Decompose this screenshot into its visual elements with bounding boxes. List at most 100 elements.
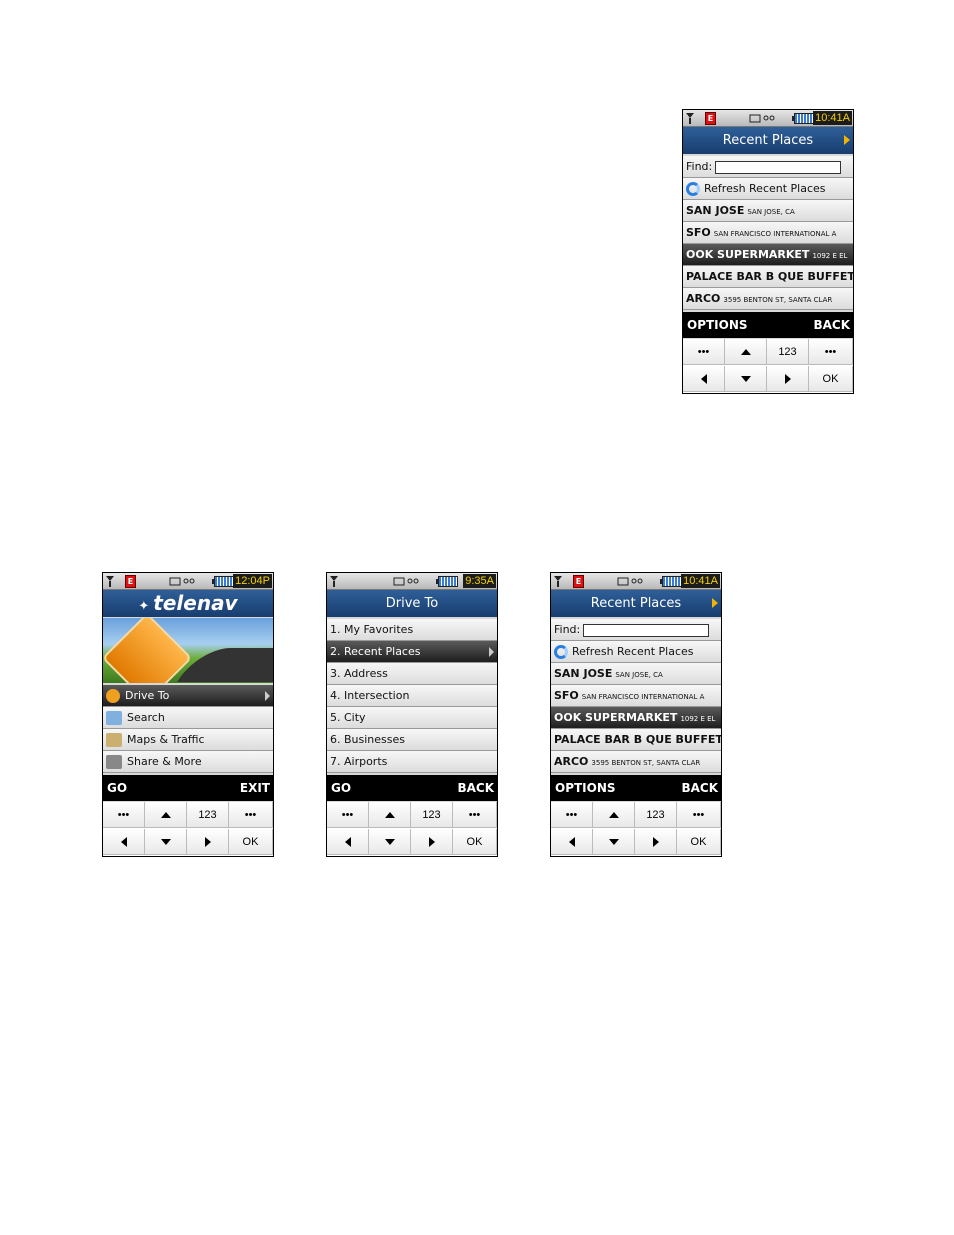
title-arrow-icon[interactable] xyxy=(844,135,850,145)
up-arrow-icon xyxy=(160,812,171,819)
left-key[interactable] xyxy=(103,829,145,855)
right-key[interactable] xyxy=(635,829,677,855)
gps-icon xyxy=(749,114,775,123)
go-softkey[interactable]: GO xyxy=(331,775,351,801)
menu-item-share-more[interactable]: Share & More xyxy=(103,751,273,773)
phone-telenav-home: E 12:04P ✦ telenav Drive To Search Maps &… xyxy=(102,572,274,857)
menu-item-businesses[interactable]: 6. Businesses xyxy=(327,729,497,751)
up-key[interactable] xyxy=(725,339,767,365)
hero-banner xyxy=(103,618,273,683)
go-softkey[interactable]: GO xyxy=(107,775,127,801)
menu-item-airports[interactable]: 7. Airports xyxy=(327,751,497,773)
find-row: Find: xyxy=(683,156,853,178)
find-label: Find: xyxy=(686,160,713,173)
menu-item-search[interactable]: Search xyxy=(103,707,273,729)
right-arrow-icon xyxy=(652,837,659,848)
back-softkey[interactable]: BACK xyxy=(457,775,494,801)
find-input[interactable] xyxy=(583,623,710,637)
down-key[interactable] xyxy=(145,829,187,855)
menu-right-key[interactable]: ••• xyxy=(677,802,721,828)
menu-item-recent-places[interactable]: 2. Recent Places xyxy=(327,641,497,663)
softkey-bar: OPTIONS BACK xyxy=(683,312,853,338)
refresh-recent-places[interactable]: Refresh Recent Places xyxy=(683,178,853,200)
battery-icon xyxy=(212,576,234,587)
menu-item-my-favorites[interactable]: 1. My Favorites xyxy=(327,619,497,641)
up-key[interactable] xyxy=(145,802,187,828)
find-input[interactable] xyxy=(715,160,842,174)
down-key[interactable] xyxy=(369,829,411,855)
signal-icon xyxy=(554,576,562,587)
num-key[interactable]: 123 xyxy=(635,802,677,828)
place-name: ARCO xyxy=(554,755,589,768)
keypad: ••• 123 ••• OK xyxy=(103,802,273,856)
exit-softkey[interactable]: EXIT xyxy=(240,775,270,801)
num-key[interactable]: 123 xyxy=(767,339,809,365)
drive-to-menu: 1. My Favorites 2. Recent Places 3. Addr… xyxy=(327,619,497,773)
list-item-selected[interactable]: OOK SUPERMARKET 1092 E EL xyxy=(683,244,853,266)
list-item-selected[interactable]: OOK SUPERMARKET 1092 E EL xyxy=(551,707,721,729)
left-key[interactable] xyxy=(551,829,593,855)
back-softkey[interactable]: BACK xyxy=(813,312,850,338)
left-arrow-icon xyxy=(568,837,575,848)
num-key[interactable]: 123 xyxy=(187,802,229,828)
ok-key[interactable]: OK xyxy=(229,829,273,855)
right-key[interactable] xyxy=(767,366,809,392)
menu-left-key[interactable]: ••• xyxy=(327,802,369,828)
keypad: ••• 123 ••• OK xyxy=(327,802,497,856)
right-arrow-icon xyxy=(784,374,791,385)
list-item[interactable]: PALACE BAR B QUE BUFFET xyxy=(683,266,853,288)
signal-icon xyxy=(686,113,694,124)
menu-right-key[interactable]: ••• xyxy=(453,802,497,828)
right-key[interactable] xyxy=(187,829,229,855)
left-key[interactable] xyxy=(327,829,369,855)
menu-item-drive-to[interactable]: Drive To xyxy=(103,685,273,707)
right-arrow-icon xyxy=(428,837,435,848)
ok-key[interactable]: OK xyxy=(677,829,721,855)
list-item[interactable]: SAN JOSE SAN JOSE, CA xyxy=(551,663,721,685)
left-key[interactable] xyxy=(683,366,725,392)
right-key[interactable] xyxy=(411,829,453,855)
status-time: 10:41A xyxy=(681,574,720,588)
left-arrow-icon xyxy=(120,837,127,848)
back-softkey[interactable]: BACK xyxy=(681,775,718,801)
refresh-recent-places[interactable]: Refresh Recent Places xyxy=(551,641,721,663)
status-bar: 9:35A xyxy=(327,573,497,590)
down-key[interactable] xyxy=(593,829,635,855)
up-key[interactable] xyxy=(593,802,635,828)
menu-left-key[interactable]: ••• xyxy=(103,802,145,828)
menu-item-city[interactable]: 5. City xyxy=(327,707,497,729)
status-time: 9:35A xyxy=(463,574,496,588)
place-name: SFO xyxy=(686,226,711,239)
e-icon: E xyxy=(125,575,136,588)
refresh-label: Refresh Recent Places xyxy=(704,182,826,195)
list-item[interactable]: SAN JOSE SAN JOSE, CA xyxy=(683,200,853,222)
recent-places-list: Find: Refresh Recent Places SAN JOSE SAN … xyxy=(551,619,721,773)
up-arrow-icon xyxy=(608,812,619,819)
menu-left-key[interactable]: ••• xyxy=(551,802,593,828)
options-softkey[interactable]: OPTIONS xyxy=(687,312,748,338)
up-key[interactable] xyxy=(369,802,411,828)
down-key[interactable] xyxy=(725,366,767,392)
list-item[interactable]: SFO SAN FRANCISCO INTERNATIONAL A xyxy=(683,222,853,244)
num-key[interactable]: 123 xyxy=(411,802,453,828)
menu-item-intersection[interactable]: 4. Intersection xyxy=(327,685,497,707)
place-name: SAN JOSE xyxy=(554,667,613,680)
share-icon xyxy=(106,755,122,769)
menu-left-key[interactable]: ••• xyxy=(683,339,725,365)
menu-item-maps-traffic[interactable]: Maps & Traffic xyxy=(103,729,273,751)
menu-right-key[interactable]: ••• xyxy=(809,339,853,365)
softkey-bar: OPTIONS BACK xyxy=(551,775,721,801)
down-arrow-icon xyxy=(608,839,619,846)
title-arrow-icon[interactable] xyxy=(712,598,718,608)
list-item[interactable]: PALACE BAR B QUE BUFFET xyxy=(551,729,721,751)
list-item[interactable]: SFO SAN FRANCISCO INTERNATIONAL A xyxy=(551,685,721,707)
menu-item-address[interactable]: 3. Address xyxy=(327,663,497,685)
e-icon: E xyxy=(573,575,584,588)
list-item[interactable]: ARCO 3595 BENTON ST, SANTA CLAR xyxy=(683,288,853,310)
ok-key[interactable]: OK xyxy=(453,829,497,855)
options-softkey[interactable]: OPTIONS xyxy=(555,775,616,801)
ok-key[interactable]: OK xyxy=(809,366,853,392)
menu-right-key[interactable]: ••• xyxy=(229,802,273,828)
main-menu: Drive To Search Maps & Traffic Share & M… xyxy=(103,685,273,773)
list-item[interactable]: ARCO 3595 BENTON ST, SANTA CLAR xyxy=(551,751,721,773)
